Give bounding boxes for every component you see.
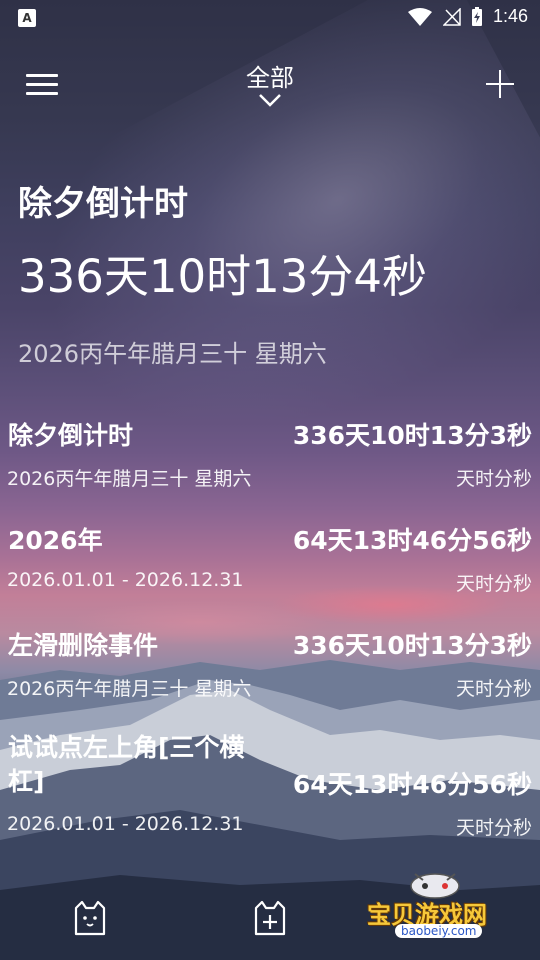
hero-event-title: 除夕倒计时 xyxy=(18,184,188,224)
no-signal-icon xyxy=(442,7,461,26)
event-unit: 天时分秒 xyxy=(455,573,532,595)
event-title: 试试点左上角[三个横杠] xyxy=(8,733,245,796)
chevron-down-icon xyxy=(259,94,281,107)
event-unit: 天时分秒 xyxy=(455,468,532,490)
event-item[interactable]: 除夕倒计时 336天10时13分3秒 2026丙午年腊月三十 星期六 天时分秒 xyxy=(0,410,540,515)
event-item[interactable]: 2026年 64天13时46分56秒 2026.01.01 - 2026.12.… xyxy=(0,515,540,620)
event-unit: 天时分秒 xyxy=(455,678,532,700)
category-title: 全部 xyxy=(246,64,294,92)
category-selector[interactable]: 全部 xyxy=(0,58,540,107)
status-bar: A 1:46 xyxy=(0,0,540,36)
event-item[interactable]: 左滑删除事件 336天10时13分3秒 2026丙午年腊月三十 星期六 天时分秒 xyxy=(0,620,540,725)
event-title: 左滑删除事件 xyxy=(8,631,159,660)
add-calendar-icon[interactable] xyxy=(250,898,290,938)
watermark-url: baobeiy.com xyxy=(395,924,483,938)
event-countdown: 64天13时46分56秒 xyxy=(292,526,532,555)
clock: 1:46 xyxy=(492,6,528,26)
hero-countdown: 336天10时13分4秒 xyxy=(18,250,428,303)
event-countdown: 336天10时13分3秒 xyxy=(292,631,532,660)
event-countdown: 336天10时13分3秒 xyxy=(292,421,532,450)
event-countdown: 64天13时46分56秒 xyxy=(292,770,532,799)
hero-event-date: 2026丙午年腊月三十 星期六 xyxy=(18,340,327,368)
watermark-logo: 宝贝游戏网 baobeiy.com xyxy=(365,870,510,950)
cat-home-icon[interactable] xyxy=(70,898,110,938)
wifi-icon xyxy=(407,7,432,26)
event-list: 除夕倒计时 336天10时13分3秒 2026丙午年腊月三十 星期六 天时分秒 … xyxy=(0,410,540,865)
event-date: 2026丙午年腊月三十 星期六 xyxy=(7,678,252,700)
app-notification-icon: A xyxy=(18,9,36,27)
battery-charging-icon xyxy=(471,6,482,26)
event-date: 2026.01.01 - 2026.12.31 xyxy=(7,813,244,835)
event-title: 除夕倒计时 xyxy=(8,421,134,450)
event-unit: 天时分秒 xyxy=(455,817,532,839)
event-date: 2026.01.01 - 2026.12.31 xyxy=(7,569,244,591)
event-title: 2026年 xyxy=(8,526,103,555)
add-event-button[interactable] xyxy=(484,68,516,100)
event-item[interactable]: 试试点左上角[三个横杠] 64天13时46分56秒 2026.01.01 - 2… xyxy=(0,725,540,865)
event-date: 2026丙午年腊月三十 星期六 xyxy=(7,468,252,490)
